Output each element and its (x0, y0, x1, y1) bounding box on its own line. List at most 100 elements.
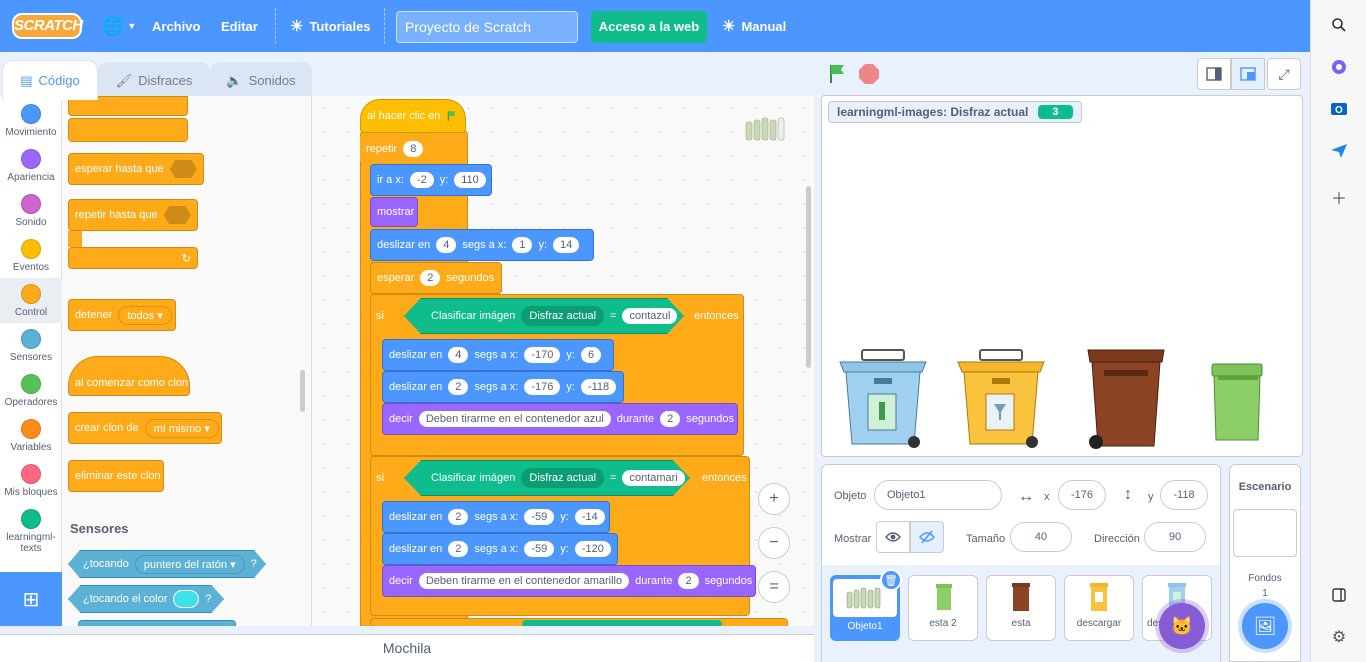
zoom-in-button[interactable]: + (758, 483, 790, 515)
goto-x-input[interactable]: -2 (409, 172, 434, 188)
glide-y-input[interactable]: -120 (574, 541, 611, 557)
glide-secs-input[interactable]: 2 (448, 541, 469, 557)
glide-secs-input[interactable]: 2 (448, 509, 469, 525)
glide-y-input[interactable]: -14 (574, 509, 605, 525)
category-operators[interactable]: Operadores (0, 368, 62, 413)
backdrop-thumbnail[interactable] (1233, 509, 1297, 557)
direction-input[interactable]: 90 (1144, 522, 1206, 552)
show-block[interactable]: mostrar (370, 197, 418, 227)
palette-repeat-end[interactable]: ↻ (68, 247, 198, 269)
variable-monitor[interactable]: learningml-images: Disfraz actual 3 (828, 101, 1082, 123)
say-message-input[interactable]: Deben tirarme en el contenedor azul (418, 411, 611, 427)
add-extension-button[interactable]: ⊞ (0, 572, 62, 626)
glide-x-input[interactable]: -59 (524, 541, 555, 557)
backpack[interactable]: Mochila (0, 634, 814, 662)
size-input[interactable]: 40 (1010, 522, 1072, 552)
category-sensing[interactable]: Sensores (0, 323, 62, 368)
x-input[interactable]: -176 (1058, 480, 1106, 510)
say-secs-input[interactable]: 2 (660, 411, 681, 427)
sprite-name-input[interactable]: Objeto1 (874, 480, 1002, 510)
say-for-secs-block[interactable]: decir Deben tirarme en el contenedor ama… (382, 565, 756, 597)
repeat-count-input[interactable]: 8 (403, 141, 424, 157)
palette-repeat-until[interactable]: repetir hasta que (68, 199, 198, 231)
glide-x-input[interactable]: -176 (524, 379, 561, 395)
blue-bin-sprite[interactable] (838, 348, 928, 455)
category-events[interactable]: Eventos (0, 233, 62, 278)
palette-create-clone[interactable]: crear clon de mí mismo ▾ (68, 412, 222, 444)
glide-secs-input[interactable]: 4 (448, 347, 469, 363)
category-looks[interactable]: Apariencia (0, 143, 62, 188)
glide-block[interactable]: deslizar en 2 segs a x: -59 y: -14 (382, 501, 610, 533)
glide-x-input[interactable]: 1 (512, 237, 533, 253)
wait-block[interactable]: esperar 2 segundos (370, 262, 502, 294)
workspace-scrollbar[interactable] (806, 186, 811, 368)
brown-bin-sprite[interactable] (1084, 346, 1168, 456)
palette-wait-until[interactable]: esperar hasta que (68, 153, 204, 185)
label-blue-input[interactable]: contazul (622, 308, 678, 324)
glide-secs-input[interactable]: 4 (436, 237, 457, 253)
fullscreen-button[interactable]: ⤢ (1267, 58, 1301, 90)
glide-y-input[interactable]: 14 (553, 237, 580, 253)
edit-menu[interactable]: Editar (221, 0, 258, 52)
y-input[interactable]: -118 (1160, 480, 1208, 510)
search-icon[interactable] (1328, 14, 1350, 36)
outlook-icon[interactable]: O (1328, 98, 1350, 120)
language-menu[interactable]: 🌐 ▼ (102, 0, 136, 52)
palette-block-c-bottom[interactable] (68, 118, 188, 142)
palette-touching-color[interactable]: ¿tocando el color ? (68, 585, 224, 613)
zoom-out-button[interactable]: − (758, 527, 790, 559)
web-access-button[interactable]: Acceso a la web (591, 11, 707, 43)
category-motion[interactable]: Movimiento (0, 98, 62, 143)
stop-dropdown[interactable]: todos ▾ (118, 305, 172, 325)
glide-x-input[interactable]: -170 (524, 347, 561, 363)
palette-sensing-block[interactable] (78, 620, 236, 626)
palette-scrollbar[interactable] (300, 370, 305, 412)
goto-y-input[interactable]: 110 (454, 172, 486, 188)
palette-stop[interactable]: detener todos ▾ (68, 299, 176, 331)
large-stage-button[interactable] (1231, 58, 1265, 90)
glide-block[interactable]: deslizar en 4 segs a x: 1 y: 14 (370, 229, 594, 261)
palette-delete-clone[interactable]: eliminar este clon (68, 460, 164, 492)
delete-sprite-button[interactable]: 🗑 (880, 569, 902, 591)
stop-button[interactable] (858, 63, 880, 88)
script-area[interactable]: al hacer clic en repetir 8 ir a x: -2 y:… (312, 96, 814, 626)
classify-condition[interactable]: Clasificar imágen Disfraz actual = conta… (404, 460, 690, 496)
palette-when-clone[interactable]: al comenzar como clon (68, 356, 190, 396)
sidebar-toggle-icon[interactable] (1328, 584, 1350, 606)
stage[interactable]: learningml-images: Disfraz actual 3 (821, 95, 1303, 457)
glide-x-input[interactable]: -59 (524, 509, 555, 525)
zoom-reset-button[interactable]: = (758, 571, 790, 603)
yellow-bin-sprite[interactable] (956, 348, 1046, 455)
manual-menu[interactable]: ☀ Manual (722, 0, 786, 52)
gear-icon[interactable]: ⚙ (1328, 626, 1350, 648)
tab-code[interactable]: ▤ Código (2, 60, 98, 100)
category-my-blocks[interactable]: Mis bloques (0, 458, 62, 503)
touching-dropdown[interactable]: puntero del ratón ▾ (134, 554, 245, 574)
sprite-tile-esta-2[interactable]: esta 2 (908, 575, 978, 641)
hide-sprite-button[interactable] (910, 521, 944, 553)
classify-condition[interactable]: Clasificar imágen Disfraz actual = conta… (404, 298, 684, 334)
repeat-block[interactable]: repetir 8 (360, 134, 466, 164)
costume-reporter[interactable]: Disfraz actual (521, 468, 605, 488)
tab-sounds[interactable]: 🔈 Sonidos (210, 62, 312, 98)
color-swatch[interactable] (173, 590, 200, 608)
scratch-logo[interactable]: SCRATCH (12, 13, 83, 39)
green-flag-button[interactable] (826, 62, 850, 89)
category-control[interactable]: Control (0, 278, 62, 323)
choose-backdrop-button[interactable]: 🖼 (1242, 603, 1288, 649)
send-icon[interactable] (1328, 140, 1350, 162)
category-variables[interactable]: Variables (0, 413, 62, 458)
sprite-tile-esta[interactable]: esta (986, 575, 1056, 641)
when-flag-clicked-block[interactable]: al hacer clic en (360, 99, 466, 133)
goto-xy-block[interactable]: ir a x: -2 y: 110 (370, 164, 492, 196)
costume-reporter[interactable]: Disfraz actual (521, 306, 605, 326)
label-yellow-input[interactable]: contamari (622, 470, 685, 486)
tab-costumes[interactable]: 🖌 Disfraces (98, 62, 210, 98)
say-secs-input[interactable]: 2 (678, 573, 699, 589)
glide-y-input[interactable]: -118 (580, 379, 617, 395)
glide-block[interactable]: deslizar en 4 segs a x: -170 y: 6 (382, 339, 614, 371)
choose-sprite-button[interactable]: 🐱 (1159, 603, 1205, 649)
category-sound[interactable]: Sonido (0, 188, 62, 233)
project-title-input[interactable]: Proyecto de Scratch (396, 11, 578, 43)
glide-block[interactable]: deslizar en 2 segs a x: -176 y: -118 (382, 371, 624, 403)
